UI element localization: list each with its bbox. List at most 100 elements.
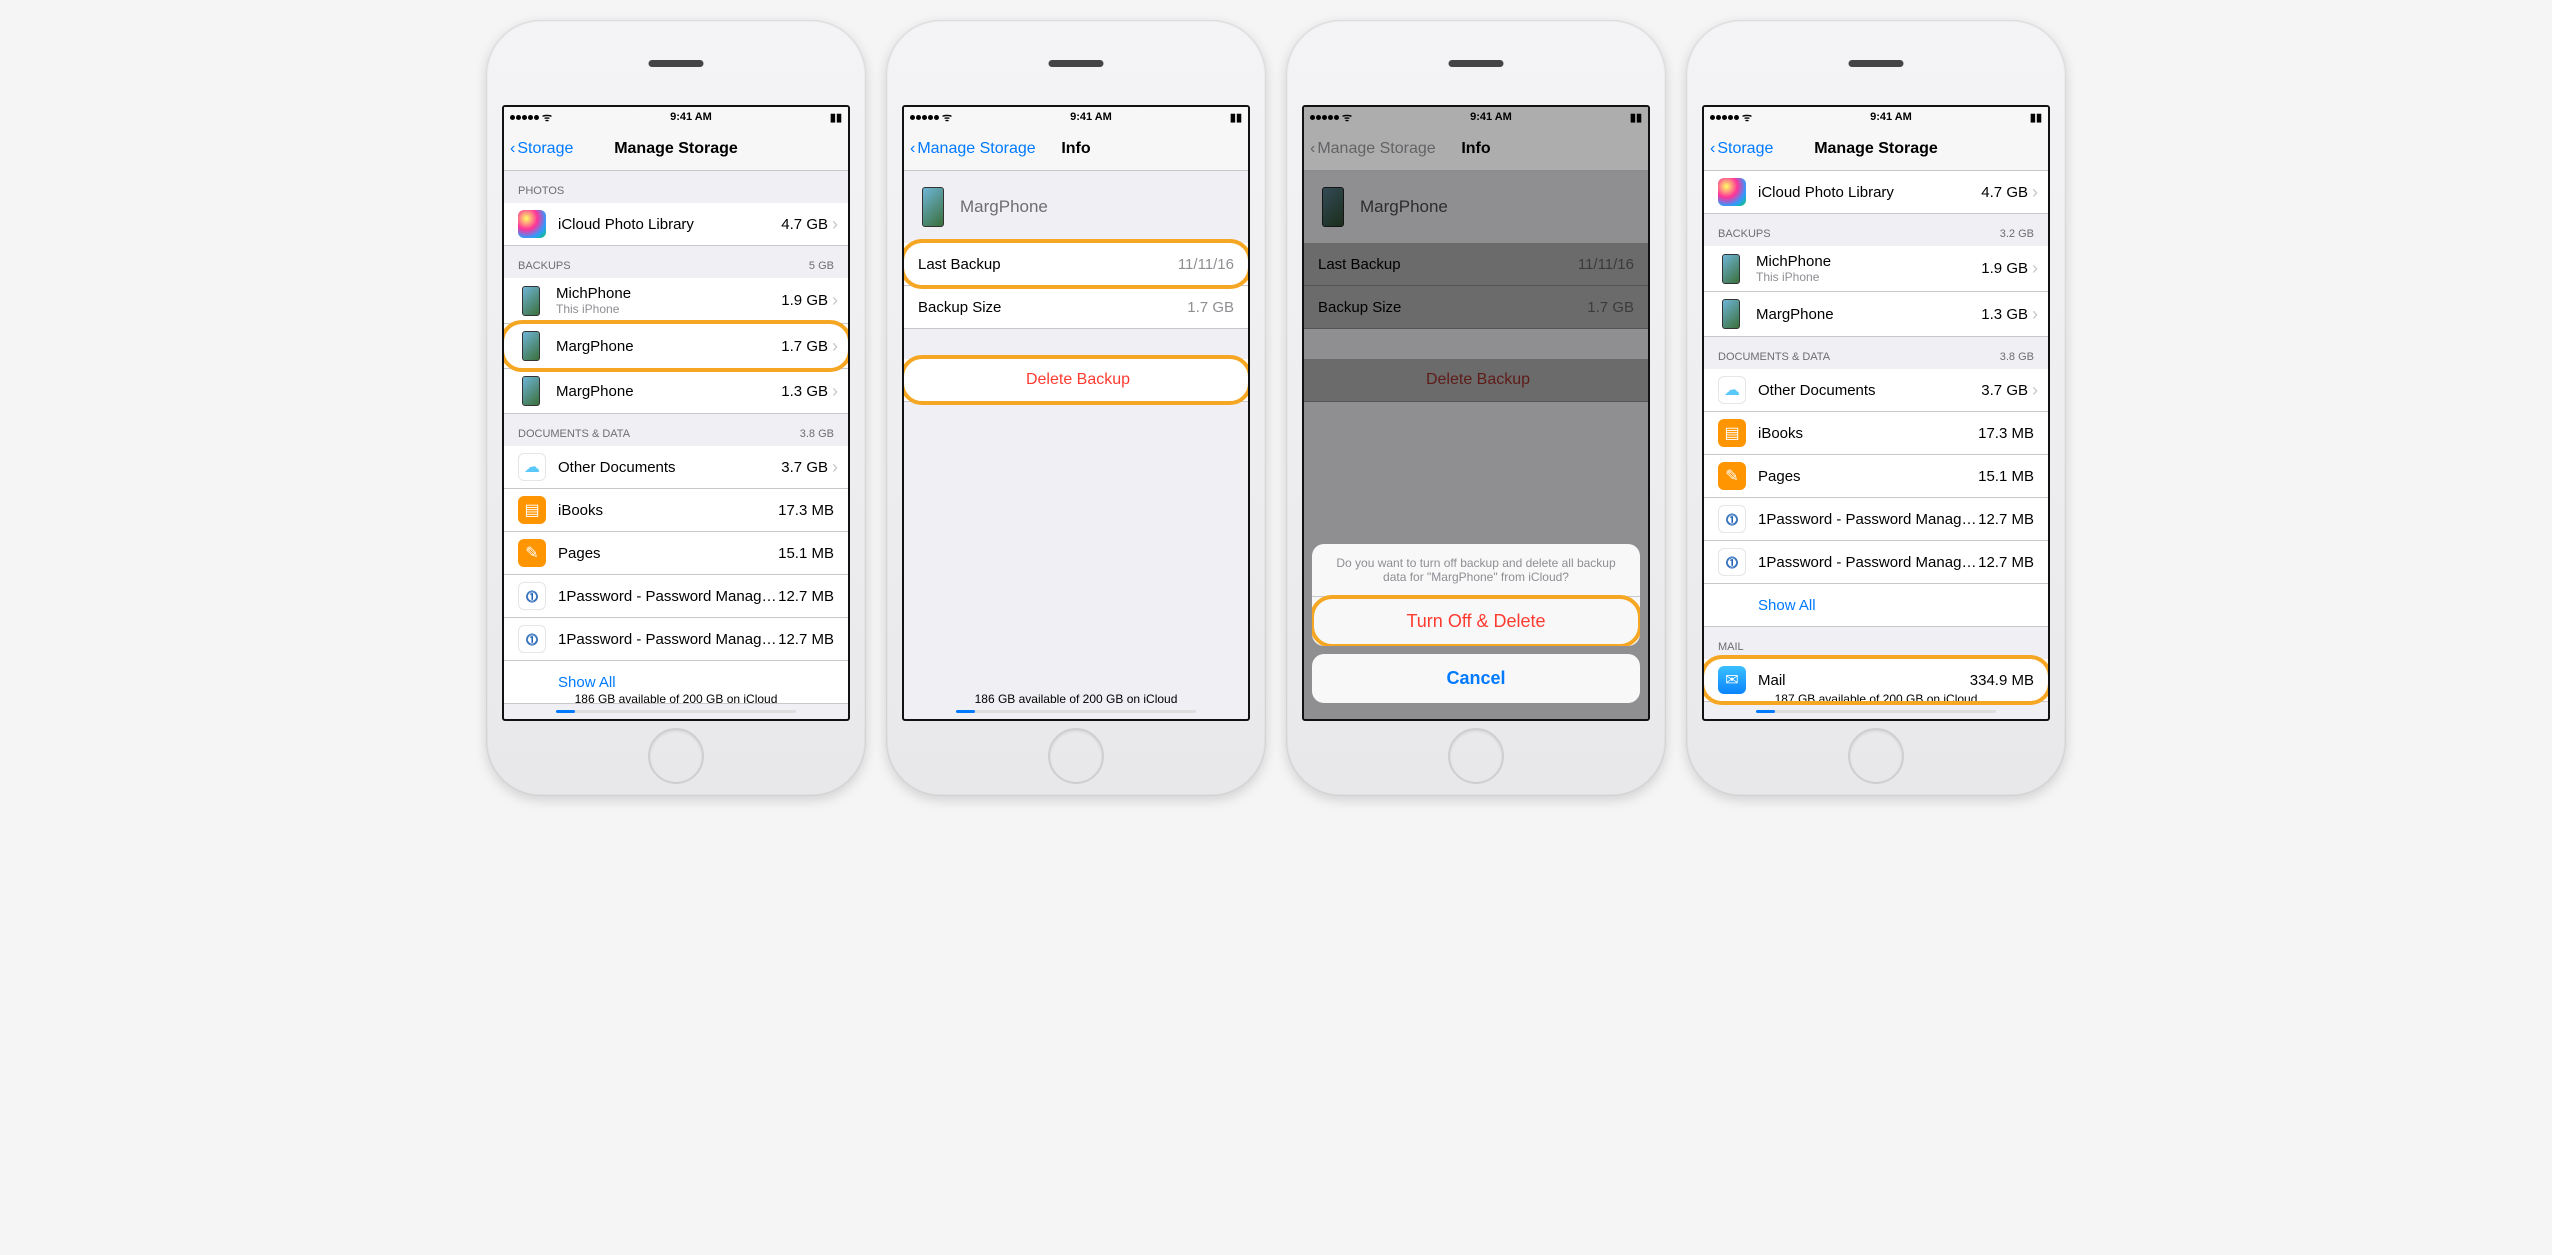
- cell-value: 1.3 GB: [781, 383, 828, 400]
- device-icon: [1722, 299, 1740, 329]
- section-header-documents: DOCUMENTS & DATA 3.8 GB: [504, 414, 848, 446]
- row-icloud-photo-library[interactable]: iCloud Photo Library 4.7 GB ›: [1704, 171, 2048, 214]
- row-1password-1[interactable]: ⓵ 1Password - Password Manager an... 12.…: [1704, 498, 2048, 541]
- row-backup-michphone[interactable]: MichPhone This iPhone 1.9 GB ›: [1704, 246, 2048, 292]
- row-backup-margphone-1[interactable]: MargPhone 1.7 GB ›: [504, 324, 848, 369]
- status-time: 9:41 AM: [670, 111, 712, 123]
- device-icon: [1722, 254, 1740, 284]
- phone-mockup-4: ᯤ 9:41 AM ▮▮ ‹ Storage Manage Storage iC…: [1686, 20, 2066, 796]
- cloud-icon: ☁: [1718, 376, 1746, 404]
- cell-value: 1.7 GB: [781, 338, 828, 355]
- chevron-left-icon: ‹: [910, 140, 915, 158]
- cell-label: Last Backup: [918, 256, 1178, 273]
- cell-label: Other Documents: [1758, 382, 1981, 399]
- cell-value: 12.7 MB: [1978, 511, 2034, 528]
- status-bar: ᯤ 9:41 AM ▮▮: [504, 107, 848, 127]
- status-bar: ᯤ 9:41 AM ▮▮: [904, 107, 1248, 127]
- content-area[interactable]: iCloud Photo Library 4.7 GB › BACKUPS 3.…: [1704, 171, 2048, 719]
- back-button[interactable]: ‹ Manage Storage: [904, 140, 1036, 158]
- row-ibooks[interactable]: ▤ iBooks 17.3 MB: [1704, 412, 2048, 455]
- ibooks-icon: ▤: [518, 496, 546, 524]
- nav-bar: ‹ Storage Manage Storage: [504, 127, 848, 171]
- storage-footer: 186 GB available of 200 GB on iCloud: [904, 692, 1248, 713]
- battery-icon: ▮▮: [1230, 111, 1242, 124]
- cell-value: 4.7 GB: [1981, 184, 2028, 201]
- cell-label: MargPhone: [556, 338, 781, 355]
- nav-bar: ‹ Manage Storage Info: [904, 127, 1248, 171]
- back-button: ‹ Manage Storage: [1304, 140, 1436, 158]
- chevron-right-icon: ›: [832, 290, 838, 311]
- content-area[interactable]: MargPhone Last Backup 11/11/16 Backup Si…: [904, 171, 1248, 719]
- phone-mockup-1: ᯤ 9:41 AM ▮▮ ‹ Storage Manage Storage PH…: [486, 20, 866, 796]
- cell-value: 1.9 GB: [1981, 260, 2028, 277]
- cell-value: 15.1 MB: [778, 545, 834, 562]
- storage-progress-bar: [1756, 710, 1996, 713]
- row-1password-1[interactable]: ⓵ 1Password - Password Manager an... 12.…: [504, 575, 848, 618]
- row-icloud-photo-library[interactable]: iCloud Photo Library 4.7 GB ›: [504, 203, 848, 246]
- row-backup-margphone[interactable]: MargPhone 1.3 GB ›: [1704, 292, 2048, 337]
- cell-label: MargPhone: [556, 383, 781, 400]
- chevron-right-icon: ›: [2032, 258, 2038, 279]
- chevron-right-icon: ›: [2032, 380, 2038, 401]
- cell-value: 15.1 MB: [1978, 468, 2034, 485]
- phone-mockup-2: ᯤ 9:41 AM ▮▮ ‹ Manage Storage Info MargP…: [886, 20, 1266, 796]
- back-button[interactable]: ‹ Storage: [504, 140, 573, 158]
- device-name: MargPhone: [960, 197, 1238, 217]
- row-pages[interactable]: ✎ Pages 15.1 MB: [504, 532, 848, 575]
- screen-4: ᯤ 9:41 AM ▮▮ ‹ Storage Manage Storage iC…: [1702, 105, 2050, 721]
- row-backup-michphone[interactable]: MichPhone This iPhone 1.9 GB ›: [504, 278, 848, 324]
- battery-icon: ▮▮: [2030, 111, 2042, 124]
- chevron-right-icon: ›: [832, 336, 838, 357]
- section-header-backups: BACKUPS 3.2 GB: [1704, 214, 2048, 246]
- nav-bar: ‹ Manage Storage Info: [1304, 127, 1648, 171]
- row-last-backup: Last Backup 11/11/16: [904, 243, 1248, 286]
- row-ibooks[interactable]: ▤ iBooks 17.3 MB: [504, 489, 848, 532]
- cell-label: MichPhone This iPhone: [1756, 253, 1981, 284]
- cell-value: 17.3 MB: [778, 502, 834, 519]
- row-other-documents[interactable]: ☁ Other Documents 3.7 GB ›: [1704, 369, 2048, 412]
- chevron-right-icon: ›: [2032, 304, 2038, 325]
- cell-label: iBooks: [1758, 425, 1978, 442]
- screen-2: ᯤ 9:41 AM ▮▮ ‹ Manage Storage Info MargP…: [902, 105, 1250, 721]
- status-bar: ᯤ 9:41 AM ▮▮: [1304, 107, 1648, 127]
- cell-value: 3.7 GB: [1981, 382, 2028, 399]
- row-other-documents[interactable]: ☁ Other Documents 3.7 GB ›: [504, 446, 848, 489]
- turn-off-delete-button[interactable]: Turn Off & Delete: [1312, 597, 1640, 646]
- cancel-button[interactable]: Cancel: [1312, 654, 1640, 703]
- section-header-backups: BACKUPS 5 GB: [504, 246, 848, 278]
- cell-label: iCloud Photo Library: [558, 216, 781, 233]
- section-header-mail: MAIL: [1704, 627, 2048, 659]
- row-1password-2[interactable]: ⓵ 1Password - Password Manager an... 12.…: [1704, 541, 2048, 584]
- cell-label: 1Password - Password Manager an...: [558, 588, 778, 605]
- cell-value: 11/11/16: [1178, 256, 1234, 273]
- onepassword-icon: ⓵: [518, 582, 546, 610]
- device-icon: [522, 286, 540, 316]
- row-backup-size: Backup Size 1.7 GB: [904, 286, 1248, 329]
- phone-mockup-3: ᯤ 9:41 AM ▮▮ ‹ Manage Storage Info MargP…: [1286, 20, 1666, 796]
- section-header-documents: DOCUMENTS & DATA 3.8 GB: [1704, 337, 2048, 369]
- cell-label: iCloud Photo Library: [1758, 184, 1981, 201]
- row-backup-margphone-2[interactable]: MargPhone 1.3 GB ›: [504, 369, 848, 414]
- cell-label: 1Password - Password Manager an...: [1758, 554, 1978, 571]
- chevron-left-icon: ‹: [1710, 140, 1715, 158]
- cell-label: Backup Size: [918, 299, 1187, 316]
- chevron-right-icon: ›: [832, 381, 838, 402]
- back-button[interactable]: ‹ Storage: [1704, 140, 1773, 158]
- back-label: Manage Storage: [1317, 140, 1435, 158]
- back-label: Storage: [1717, 140, 1773, 158]
- show-all-button[interactable]: Show All: [1704, 584, 2048, 627]
- sheet-message: Do you want to turn off backup and delet…: [1312, 544, 1640, 597]
- chevron-right-icon: ›: [832, 214, 838, 235]
- row-1password-2[interactable]: ⓵ 1Password - Password Manager an... 12.…: [504, 618, 848, 661]
- cloud-icon: ☁: [518, 453, 546, 481]
- photos-icon: [1718, 178, 1746, 206]
- onepassword-icon: ⓵: [518, 625, 546, 653]
- device-icon: [922, 187, 944, 227]
- cell-value: 12.7 MB: [1978, 554, 2034, 571]
- ibooks-icon: ▤: [1718, 419, 1746, 447]
- cell-label: 1Password - Password Manager an...: [558, 631, 778, 648]
- cell-value: 1.9 GB: [781, 292, 828, 309]
- content-area[interactable]: PHOTOS iCloud Photo Library 4.7 GB › BAC…: [504, 171, 848, 719]
- row-pages[interactable]: ✎ Pages 15.1 MB: [1704, 455, 2048, 498]
- delete-backup-button[interactable]: Delete Backup: [904, 359, 1248, 402]
